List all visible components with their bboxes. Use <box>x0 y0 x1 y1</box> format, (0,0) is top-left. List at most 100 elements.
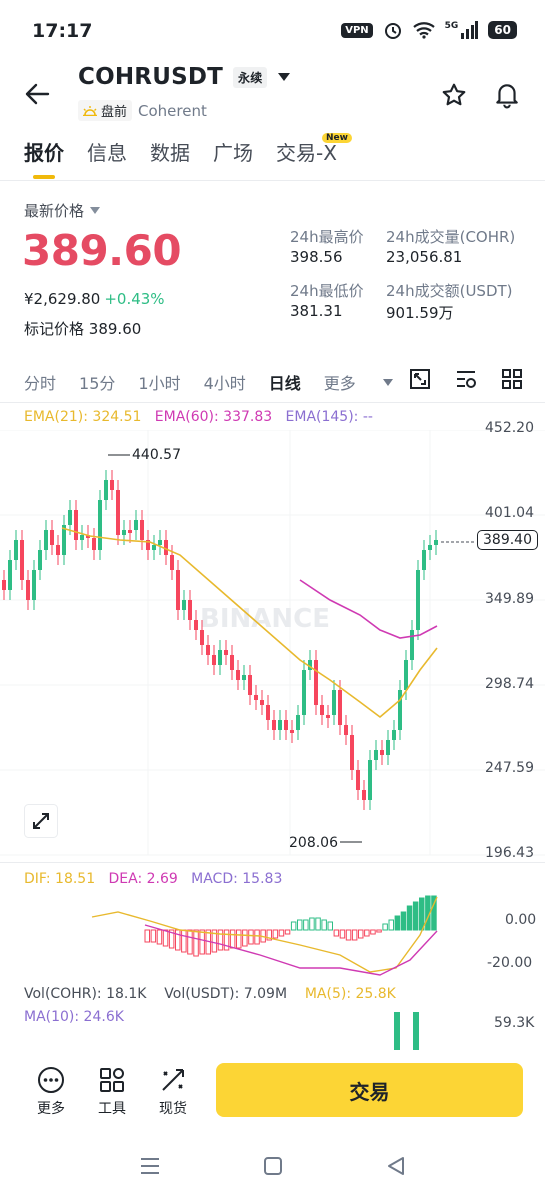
candle-body <box>356 770 360 790</box>
candle-body <box>272 720 276 730</box>
macd-bar <box>156 929 163 945</box>
macd-bar <box>406 905 413 931</box>
battery-icon: 60 <box>488 21 517 39</box>
candle-body <box>266 705 270 720</box>
candle-body <box>260 700 264 705</box>
expand-icon[interactable] <box>24 804 58 838</box>
spot-button[interactable]: 现货 <box>159 1066 187 1118</box>
macd-bar <box>376 929 382 933</box>
symbol-name: COHRUSDT <box>78 64 224 90</box>
candle-body <box>236 670 240 680</box>
macd-divider <box>0 862 545 863</box>
wifi-icon <box>412 22 435 39</box>
candle-body <box>188 600 192 620</box>
indicator-settings-icon[interactable] <box>455 368 477 390</box>
macd-bar <box>144 929 150 943</box>
more-label: 更多 <box>37 1101 65 1117</box>
trade-button[interactable]: 交易 <box>216 1063 523 1117</box>
interval-more-label: 更多 <box>323 374 356 393</box>
candle-body <box>98 500 102 550</box>
tab-quote[interactable]: 报价 <box>24 137 64 166</box>
candle-body <box>218 650 222 665</box>
volume-bar <box>394 1012 400 1050</box>
tab-data[interactable]: 数据 <box>150 137 190 166</box>
candle-body <box>182 600 186 610</box>
candle-body <box>26 580 30 600</box>
macd-bar <box>315 917 321 931</box>
candle-body <box>344 725 348 735</box>
macd-legend: DIF: 18.51 DEA: 2.69 MACD: 15.83 <box>24 871 282 887</box>
interval-1h[interactable]: 1小时 <box>138 370 180 394</box>
macd-bar <box>327 921 333 931</box>
mark-price: 389.60 <box>88 320 142 338</box>
main-tabs: 报价 信息 数据 广场 交易-X New <box>24 133 352 166</box>
star-icon[interactable] <box>441 82 467 108</box>
tabs-divider <box>0 180 545 181</box>
candle-body <box>116 490 120 535</box>
status-bar: 17:17 VPN 5G 60 <box>0 0 545 62</box>
caret-down-icon[interactable] <box>277 72 291 82</box>
high-marker: 440.57 <box>132 447 181 463</box>
back-nav-icon[interactable] <box>386 1156 406 1176</box>
dif-line <box>91 896 438 973</box>
home-icon[interactable] <box>263 1156 283 1176</box>
macd-bar <box>272 929 279 939</box>
recent-apps-icon[interactable] <box>140 1157 160 1175</box>
candlestick-chart[interactable]: BINANCE <box>0 430 545 860</box>
tab-trade-x[interactable]: 交易-X New <box>276 133 352 166</box>
candle-body <box>404 660 408 690</box>
candle-body <box>2 580 6 590</box>
fullscreen-chart-icon[interactable] <box>409 368 431 390</box>
macd-chart <box>91 895 438 976</box>
chart-tools <box>409 368 523 390</box>
last-price-label[interactable]: 最新价格 <box>24 200 101 221</box>
more-button[interactable]: 更多 <box>37 1066 65 1118</box>
candle-body <box>128 530 132 533</box>
interval-4h[interactable]: 4小时 <box>204 370 246 394</box>
macd-bar <box>284 929 291 935</box>
volume-legend: Vol(COHR): 18.1K Vol(USDT): 7.09M MA(5):… <box>24 986 396 1002</box>
candle-body <box>50 530 54 545</box>
session-info: 盘前 Coherent <box>78 100 207 121</box>
layout-grid-icon[interactable] <box>501 368 523 390</box>
tab-info[interactable]: 信息 <box>87 137 127 166</box>
bell-icon[interactable] <box>494 81 520 109</box>
candle-body <box>110 480 114 490</box>
macd-bar <box>309 917 315 931</box>
alarm-icon <box>384 23 401 39</box>
candle-body <box>158 540 162 545</box>
cny-price-row: ¥2,629.80 +0.43% <box>24 290 165 308</box>
spot-swap-icon <box>162 1069 184 1091</box>
candle-body <box>20 540 24 580</box>
candle-body <box>80 535 84 540</box>
candle-body <box>428 545 432 550</box>
dea-line <box>144 924 438 976</box>
interval-1d[interactable]: 日线 <box>269 370 301 394</box>
candle-body <box>392 730 396 740</box>
last-price-label-text: 最新价格 <box>24 202 85 220</box>
tab-underline <box>33 175 55 179</box>
tab-square[interactable]: 广场 <box>213 137 253 166</box>
macd-bar <box>333 929 340 937</box>
volume-axis: 59.3K <box>494 1015 535 1031</box>
low-label: 24h最低价 <box>290 282 364 300</box>
status-icons: VPN 5G 60 <box>341 20 517 40</box>
symbol-title[interactable]: COHRUSDT 永续 <box>78 64 291 90</box>
premarket-badge: 盘前 <box>78 100 133 121</box>
interval-more[interactable]: 更多 <box>324 370 393 394</box>
candle-body <box>320 705 324 715</box>
macd-bar <box>303 919 309 931</box>
candle-body <box>200 630 204 645</box>
vol-quote-label: Vol(USDT): 7.09M <box>164 986 288 1002</box>
volume-label: 24h成交量(COHR) <box>386 228 516 246</box>
candle-body <box>284 720 288 730</box>
interval-15m[interactable]: 15分 <box>79 370 115 394</box>
tools-button[interactable]: 工具 <box>98 1066 126 1118</box>
back-arrow-icon[interactable] <box>24 82 50 106</box>
macd-bar <box>223 929 230 951</box>
macd-bar <box>290 921 297 931</box>
macd-bar <box>388 919 394 931</box>
price-axis-1: 401.04 <box>485 505 534 521</box>
interval-time[interactable]: 分时 <box>24 370 56 394</box>
macd-bar <box>364 929 370 937</box>
